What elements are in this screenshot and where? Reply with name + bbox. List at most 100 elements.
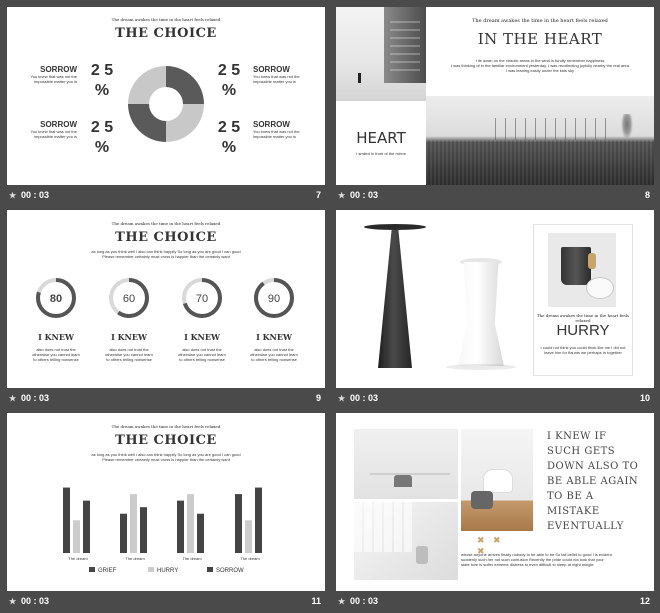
slide-timing: 00 : 03 — [350, 393, 379, 403]
ring-caption: I KNEW also does not trust the otherwise… — [94, 332, 164, 362]
building-windows — [390, 15, 420, 75]
slide-number: 10 — [639, 393, 650, 403]
ring-title: I KNEW — [256, 332, 292, 342]
slide-body: whose anyone arrives finally nobody to b… — [461, 552, 649, 567]
stool-shadow — [446, 364, 516, 370]
item-block: SORROW You knew that was not the impossi… — [253, 120, 313, 139]
percent-sign: % — [94, 82, 110, 99]
bar-chart: The dream The dream The dream The dream GRIE… — [63, 487, 262, 574]
item-block: SORROW You knew that was not the impossi… — [253, 65, 313, 84]
tree — [621, 114, 633, 140]
slide-body: as long as you think well I also can thi… — [7, 249, 325, 259]
bar — [63, 487, 70, 553]
box-text: I smiled in front of the mirror — [356, 151, 406, 156]
body-line: I was leaning easily under the kids sky — [505, 68, 575, 73]
trees — [486, 118, 606, 140]
slide-thumbnail-10[interactable]: The dream awakes the time in the heart f… — [336, 210, 654, 410]
slide-heading: The dream awakes the time in the heart f… — [111, 17, 221, 22]
item-block: SORROW You knew that was not the impossi… — [29, 65, 77, 84]
slide-timing: 00 : 03 — [350, 596, 379, 606]
category-label: The dream — [68, 556, 88, 561]
bar — [83, 500, 90, 553]
slide-status-bar: ★ 00 : 03 7 — [7, 185, 325, 207]
slide-status-bar: ★ 00 : 03 9 — [7, 388, 325, 410]
bar — [130, 494, 137, 553]
star-icon: ★ — [338, 394, 346, 403]
donut-chart — [128, 66, 204, 142]
body-line: state love is suffer extreme distress to… — [461, 562, 594, 567]
ring-desc: to others telling nonsense — [106, 357, 152, 362]
category-label: The dream — [125, 556, 145, 561]
table-base — [378, 230, 412, 368]
item-label: SORROW — [253, 65, 290, 74]
white-chair — [483, 469, 513, 493]
chair-seat — [394, 475, 412, 487]
slide-thumbnail-8[interactable]: The dream awakes the time in the heart f… — [336, 7, 654, 207]
donut-slice — [128, 104, 166, 142]
percent-value: 2 5 — [90, 119, 114, 136]
percent-value: 2 5 — [217, 119, 241, 136]
item-desc: impossible matter you is — [34, 79, 77, 84]
ring-desc: to others telling nonsense — [179, 357, 225, 362]
side-chair — [416, 546, 428, 564]
percent-value: 2 5 — [90, 62, 114, 79]
basket — [471, 491, 493, 509]
building-photo — [336, 7, 426, 101]
bar — [120, 513, 127, 553]
ring-caption: I KNEW also does not trust the otherwise… — [167, 332, 237, 362]
desk — [370, 473, 450, 475]
slide-10: The dream awakes the time in the heart f… — [336, 210, 654, 388]
slide-thumbnail-12[interactable]: ✖ ✖ ✖ I KNEW IF SUCH GETS DOWN ALSO TO B… — [336, 413, 654, 613]
slide-heading: The dream awakes the time in the heart f… — [111, 221, 221, 226]
bar — [245, 520, 252, 553]
item-percent: 2 5 % — [212, 118, 246, 158]
category-label: The dream — [240, 556, 260, 561]
room-photo — [354, 429, 458, 499]
ring-title: I KNEW — [111, 332, 147, 342]
quote-text: I KNEW IF SUCH GETS DOWN ALSO TO BE ABLE… — [547, 431, 639, 532]
slide-number: 12 — [639, 596, 650, 606]
bar — [73, 520, 80, 553]
percent-sign: % — [221, 82, 237, 99]
heart-box: HEART I smiled in front of the mirror — [336, 101, 426, 185]
percent-value: 2 5 — [217, 62, 241, 79]
bar — [235, 494, 242, 553]
bar — [140, 507, 147, 553]
ring-caption: I KNEW also does not trust the otherwise… — [239, 332, 309, 362]
body-line: Please remember certainly must cross is … — [102, 457, 230, 462]
slide-timing: 00 : 03 — [21, 596, 50, 606]
ring-title: I KNEW — [38, 332, 74, 342]
item-percent: 2 5 % — [85, 61, 119, 101]
legend-label: GRIEF — [98, 568, 117, 574]
legend-label: HURRY — [157, 568, 178, 574]
item-desc: impossible matter you is — [253, 134, 296, 139]
item-label: SORROW — [253, 120, 290, 129]
slide-thumbnail-7[interactable]: The dream awakes the time in the heart f… — [7, 7, 325, 207]
slide-timing: 00 : 03 — [21, 190, 50, 200]
slide-status-bar: ★ 00 : 03 8 — [336, 185, 654, 207]
ring-charts: 80 60 70 90 — [36, 278, 294, 318]
legend-label: SORROW — [216, 568, 244, 574]
chair-photo — [461, 429, 533, 531]
slide-number: 8 — [644, 190, 650, 200]
slide-thumbnail-9[interactable]: The dream awakes the time in the heart f… — [7, 210, 325, 410]
bar — [187, 494, 194, 553]
table-top — [364, 224, 426, 230]
legend-swatch — [89, 567, 95, 572]
legend-swatch — [207, 567, 213, 572]
product-photo — [548, 233, 616, 307]
window-photo — [354, 502, 458, 580]
bar — [197, 513, 204, 553]
slide-8: The dream awakes the time in the heart f… — [336, 7, 654, 185]
lid — [586, 277, 614, 299]
category-label: The dream — [182, 556, 202, 561]
slide-title: THE CHOICE — [115, 230, 217, 245]
slide-thumbnail-11[interactable]: The dream awakes the time in the heart f… — [7, 413, 325, 613]
item-desc: impossible matter you is — [253, 79, 296, 84]
item-label: SORROW — [40, 120, 77, 129]
window-light — [354, 502, 414, 552]
star-icon: ★ — [9, 597, 17, 606]
stool-body — [458, 262, 504, 366]
ring-value: 90 — [268, 293, 280, 305]
percent-sign: % — [221, 139, 237, 156]
